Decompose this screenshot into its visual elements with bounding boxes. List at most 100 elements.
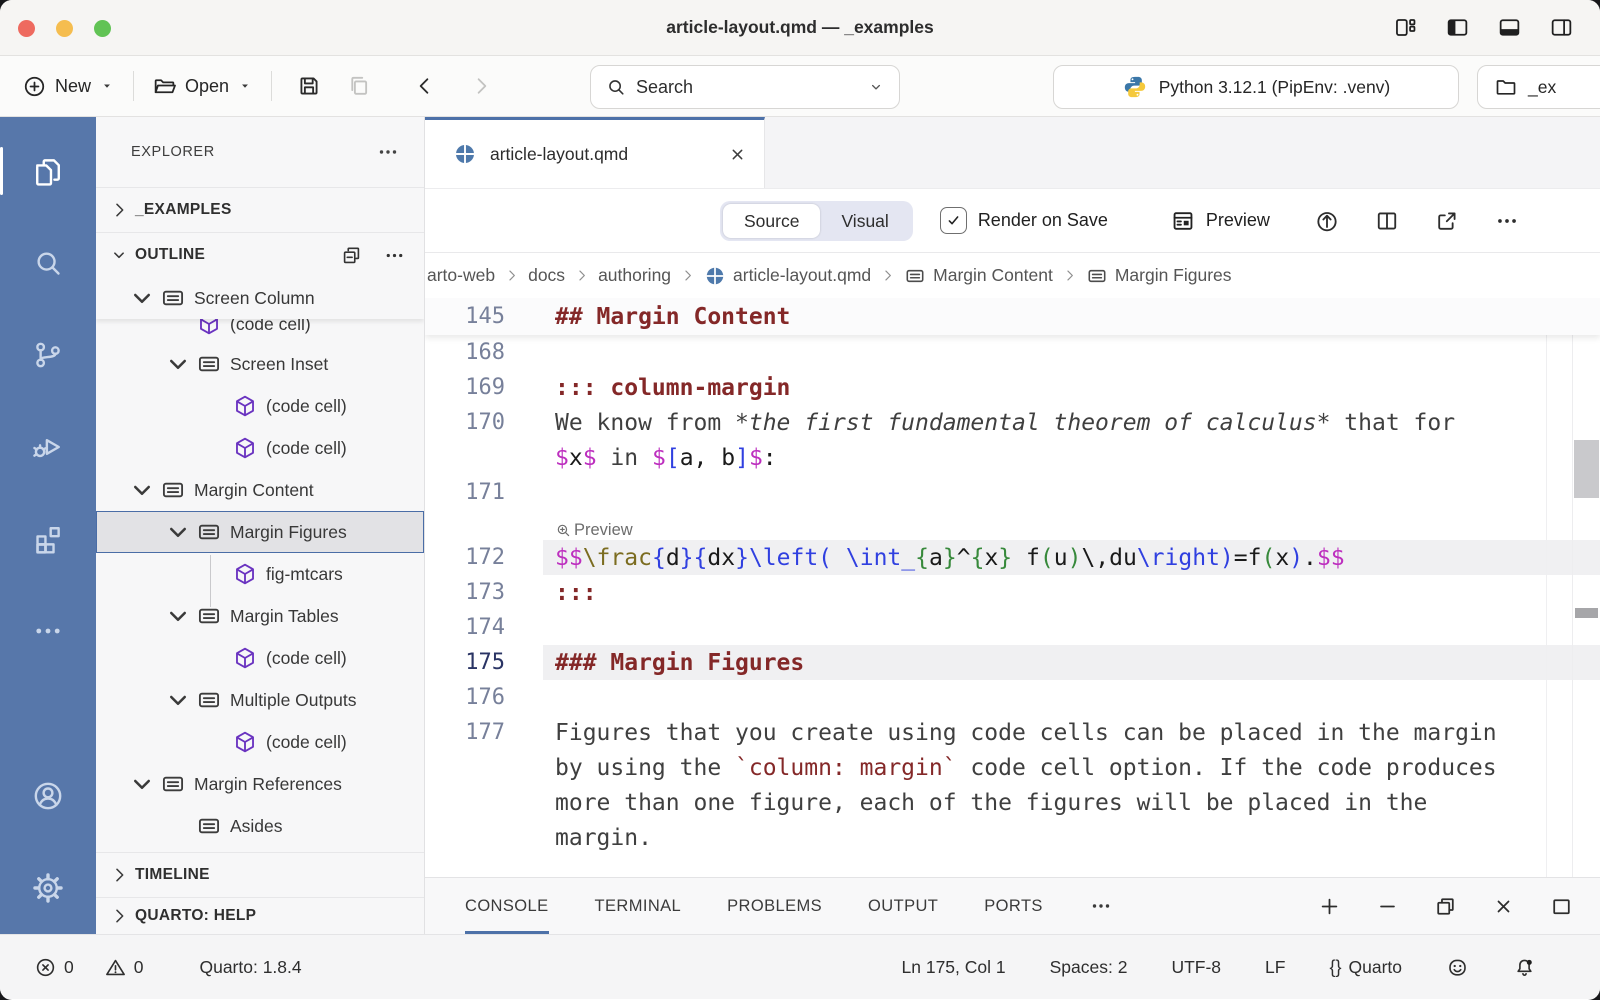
close-tab-icon[interactable] bbox=[727, 144, 748, 165]
outline-item-screen-column[interactable]: Screen Column bbox=[96, 277, 424, 319]
section-outline[interactable]: OUTLINE bbox=[96, 232, 424, 277]
scrollbar-thumb[interactable] bbox=[1574, 440, 1599, 498]
outline-item-code-cell[interactable]: (code cell) bbox=[96, 637, 424, 679]
editor-line[interactable]: 173::: bbox=[425, 575, 1600, 610]
outline-item-margin-tables[interactable]: Margin Tables bbox=[96, 595, 424, 637]
workspace-button[interactable]: _ex bbox=[1477, 65, 1600, 109]
save-button[interactable] bbox=[292, 69, 326, 103]
mode-source-button[interactable]: Source bbox=[723, 204, 820, 238]
restore-panel-icon[interactable] bbox=[1433, 894, 1458, 919]
maximize-panel-icon[interactable] bbox=[1549, 894, 1574, 919]
editor-line[interactable]: 177Figures that you create using code ce… bbox=[425, 715, 1600, 750]
panel-tab-problems[interactable]: PROBLEMS bbox=[727, 878, 822, 934]
outline-item-asides[interactable]: Asides bbox=[96, 805, 424, 847]
open-button[interactable]: Open bbox=[146, 70, 259, 103]
panel-tab-terminal[interactable]: TERMINAL bbox=[595, 878, 682, 934]
new-button[interactable]: New bbox=[16, 70, 121, 103]
panel-tab-output[interactable]: OUTPUT bbox=[868, 878, 938, 934]
chevron-down-icon[interactable] bbox=[124, 766, 160, 802]
editor-line[interactable]: 171 bbox=[425, 475, 1600, 510]
breadcrumb-item[interactable]: docs bbox=[528, 265, 565, 286]
outline-item-margin-figures[interactable]: Margin Figures bbox=[96, 511, 424, 553]
editor-line[interactable]: 170We know from *the first fundamental t… bbox=[425, 405, 1600, 440]
editor-line[interactable]: 175### Margin Figures bbox=[425, 645, 1600, 680]
outline-more-icon[interactable] bbox=[383, 244, 406, 267]
split-editor-icon[interactable] bbox=[1374, 208, 1400, 234]
outline-item-screen-inset[interactable]: Screen Inset bbox=[96, 343, 424, 385]
outline-item-code-cell[interactable]: (code cell) bbox=[96, 385, 424, 427]
activity-additional-views[interactable] bbox=[0, 585, 96, 677]
breadcrumb-item[interactable]: Margin Figures bbox=[1086, 265, 1232, 287]
activity-settings[interactable] bbox=[0, 842, 96, 934]
sticky-scroll-line[interactable]: 145## Margin Content bbox=[425, 298, 1600, 335]
editor-scrollbar[interactable] bbox=[1572, 298, 1600, 877]
section-quarto-help[interactable]: QUARTO: HELP bbox=[96, 897, 424, 934]
status-encoding[interactable]: UTF-8 bbox=[1171, 957, 1221, 978]
editor-line[interactable]: by using the `column: margin` code cell … bbox=[425, 750, 1600, 785]
breadcrumb-item[interactable]: article-layout.qmd bbox=[704, 265, 871, 287]
search-input[interactable]: Search bbox=[590, 65, 900, 109]
editor-line[interactable]: 168 bbox=[425, 335, 1600, 370]
status-warnings[interactable]: 0 bbox=[104, 956, 144, 979]
publish-icon[interactable] bbox=[1314, 208, 1340, 234]
close-panel-icon[interactable] bbox=[1491, 894, 1516, 919]
outline-item-code-cell[interactable]: (code cell) bbox=[96, 319, 424, 343]
toggle-secondary-sidebar-icon[interactable] bbox=[1549, 15, 1574, 40]
chevron-down-icon[interactable] bbox=[160, 682, 196, 718]
panel-tab-ports[interactable]: PORTS bbox=[984, 878, 1043, 934]
preview-codelens[interactable]: Preview bbox=[555, 521, 633, 540]
breadcrumb-item[interactable]: arto-web bbox=[427, 265, 495, 286]
chevron-down-icon[interactable] bbox=[124, 472, 160, 508]
editor-line[interactable]: 172$$\frac{d}{dx}\left( \int_{a}^{x} f(u… bbox=[425, 540, 1600, 575]
status-quarto-version[interactable]: Quarto: 1.8.4 bbox=[199, 957, 301, 978]
breadcrumb-item[interactable]: Margin Content bbox=[904, 265, 1053, 287]
chevron-down-icon[interactable] bbox=[160, 346, 196, 382]
toggle-sidebar-icon[interactable] bbox=[1445, 15, 1470, 40]
status-language-mode[interactable]: {}Quarto bbox=[1329, 957, 1402, 978]
outline-item-fig-mtcars[interactable]: fig-mtcars bbox=[96, 553, 424, 595]
preview-button[interactable]: Preview bbox=[1170, 208, 1270, 234]
outline-item-margin-references[interactable]: Margin References bbox=[96, 763, 424, 805]
activity-extensions[interactable] bbox=[0, 493, 96, 585]
customize-layout-icon[interactable] bbox=[1393, 15, 1418, 40]
toggle-panel-icon[interactable] bbox=[1497, 15, 1522, 40]
section-timeline[interactable]: TIMELINE bbox=[96, 852, 424, 897]
outline-item-multiple-outputs[interactable]: Multiple Outputs bbox=[96, 679, 424, 721]
panel-more[interactable] bbox=[1089, 878, 1113, 934]
navigate-forward-button[interactable] bbox=[464, 69, 498, 103]
new-terminal-icon[interactable] bbox=[1317, 894, 1342, 919]
editor-content[interactable]: 145## Margin Content168169::: column-mar… bbox=[425, 298, 1600, 877]
navigate-back-button[interactable] bbox=[408, 69, 442, 103]
status-eol[interactable]: LF bbox=[1265, 957, 1285, 978]
status-cursor-position[interactable]: Ln 175, Col 1 bbox=[902, 957, 1006, 978]
section-examples[interactable]: _EXAMPLES bbox=[96, 187, 424, 232]
status-feedback[interactable] bbox=[1446, 956, 1469, 979]
activity-source-control[interactable] bbox=[0, 309, 96, 401]
status-indentation[interactable]: Spaces: 2 bbox=[1050, 957, 1128, 978]
chevron-down-icon[interactable] bbox=[867, 78, 885, 96]
mode-visual-button[interactable]: Visual bbox=[820, 204, 909, 238]
activity-search[interactable] bbox=[0, 217, 96, 309]
chevron-down-icon[interactable] bbox=[160, 598, 196, 634]
editor-line[interactable]: margin. bbox=[425, 820, 1600, 855]
explorer-more-icon[interactable] bbox=[376, 140, 400, 164]
editor-line[interactable]: 169::: column-margin bbox=[425, 370, 1600, 405]
outline-item-code-cell[interactable]: (code cell) bbox=[96, 721, 424, 763]
breadcrumb-item[interactable]: authoring bbox=[598, 265, 671, 286]
panel-tab-console[interactable]: CONSOLE bbox=[465, 878, 549, 934]
open-external-icon[interactable] bbox=[1434, 208, 1460, 234]
render-on-save-checkbox[interactable] bbox=[940, 207, 967, 234]
chevron-down-icon[interactable] bbox=[160, 514, 196, 550]
status-notifications[interactable] bbox=[1513, 956, 1536, 979]
editor-line[interactable]: 176 bbox=[425, 680, 1600, 715]
activity-run-and-debug[interactable] bbox=[0, 401, 96, 493]
save-all-button[interactable] bbox=[342, 69, 376, 103]
python-interpreter-button[interactable]: Python 3.12.1 (PipEnv: .venv) bbox=[1053, 65, 1459, 109]
tab-article-layout[interactable]: article-layout.qmd bbox=[425, 117, 765, 188]
more-actions-icon[interactable] bbox=[1494, 208, 1520, 234]
activity-explorer[interactable] bbox=[0, 125, 96, 217]
activity-accounts[interactable] bbox=[0, 750, 96, 842]
outline-item-margin-content[interactable]: Margin Content bbox=[96, 469, 424, 511]
editor-line[interactable]: more than one figure, each of the figure… bbox=[425, 785, 1600, 820]
editor-line[interactable]: 174 bbox=[425, 610, 1600, 645]
